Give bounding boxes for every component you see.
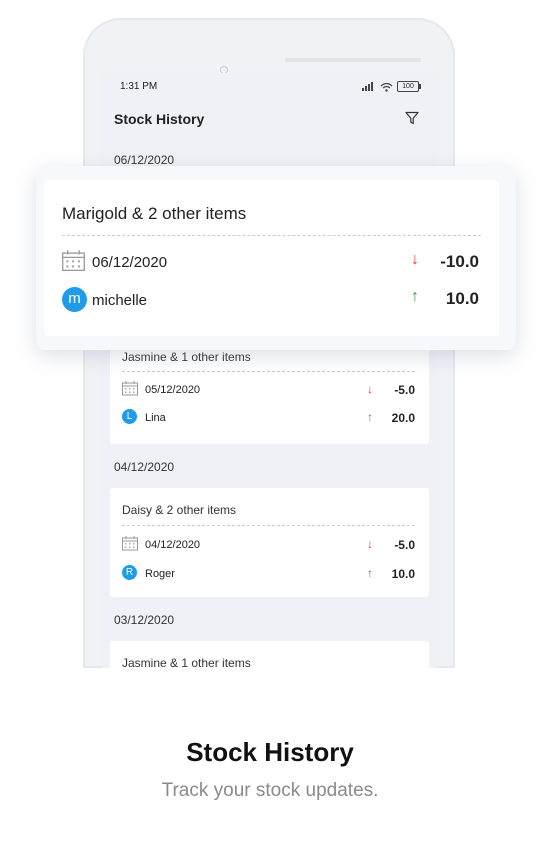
divider <box>122 371 415 372</box>
highlight-card-backdrop: Marigold & 2 other items 06/12/2020 ↓ -1… <box>36 166 516 350</box>
stock-out-value: -5.0 <box>394 538 415 552</box>
divider <box>122 525 415 526</box>
signal-icon <box>362 82 376 91</box>
battery-icon: 100 <box>397 81 421 92</box>
card-date-row: 05/12/2020 ↓ -5.0 <box>122 381 415 399</box>
avatar: R <box>122 565 137 580</box>
stock-in-value: 10.0 <box>445 289 479 308</box>
page-title: Stock History <box>114 111 205 127</box>
card-items-label: Daisy & 2 other items <box>122 503 237 517</box>
card-items-label: Jasmine & 1 other items <box>122 656 251 668</box>
app-screen: 1:31 PM 100 Stock History 06/12/2020 Jas… <box>102 73 437 668</box>
speaker <box>285 58 421 62</box>
card-user-row: R Roger ↑ 10.0 <box>122 565 415 583</box>
history-card[interactable]: Jasmine & 1 other items 05/12/2020 ↓ -5.… <box>110 335 429 444</box>
date-group-header: 06/12/2020 <box>114 153 175 167</box>
highlight-user-row: m michelle ↑ 10.0 <box>62 287 479 313</box>
caption-title: Stock History <box>186 737 354 767</box>
arrow-down-icon: ↓ <box>367 537 373 551</box>
app-bar: Stock History <box>114 111 425 131</box>
stock-out-value: -10.0 <box>440 252 479 271</box>
highlight-user: michelle <box>92 292 148 309</box>
arrow-down-icon: ↓ <box>367 382 373 396</box>
avatar: L <box>122 409 137 424</box>
wifi-icon <box>380 82 393 92</box>
calendar-icon <box>122 536 138 554</box>
avatar: m <box>62 287 87 312</box>
highlight-date: 06/12/2020 <box>92 254 168 271</box>
caption-subtitle: Track your stock updates. <box>161 780 379 801</box>
divider <box>62 235 481 236</box>
card-user: Roger <box>145 568 175 580</box>
stock-in-value: 20.0 <box>391 411 415 425</box>
arrow-up-icon: ↑ <box>367 410 373 424</box>
card-user-row: L Lina ↑ 20.0 <box>122 409 415 427</box>
arrow-down-icon: ↓ <box>411 251 419 268</box>
stock-out-value: -5.0 <box>394 383 415 397</box>
card-user: Lina <box>145 412 166 424</box>
highlight-items-label: Marigold & 2 other items <box>62 204 247 223</box>
date-group-header: 03/12/2020 <box>114 613 175 627</box>
card-date: 04/12/2020 <box>145 539 201 551</box>
arrow-up-icon: ↑ <box>367 566 373 580</box>
card-date-row: 04/12/2020 ↓ -5.0 <box>122 536 415 554</box>
history-card[interactable]: Daisy & 2 other items 04/12/2020 ↓ -5.0 … <box>110 488 429 597</box>
status-icons: 100 <box>362 81 421 92</box>
stock-in-value: 10.0 <box>391 567 415 581</box>
card-date: 05/12/2020 <box>145 384 201 396</box>
highlight-card[interactable]: Marigold & 2 other items 06/12/2020 ↓ -1… <box>44 180 499 336</box>
highlight-date-row: 06/12/2020 ↓ -10.0 <box>62 250 479 276</box>
date-group-header: 04/12/2020 <box>114 460 175 474</box>
status-bar: 1:31 PM 100 <box>120 81 421 95</box>
status-time: 1:31 PM <box>120 81 158 92</box>
card-items-label: Jasmine & 1 other items <box>122 350 251 364</box>
arrow-up-icon: ↑ <box>411 288 419 305</box>
calendar-icon <box>122 381 138 399</box>
calendar-icon <box>62 250 85 276</box>
filter-icon[interactable] <box>405 111 419 130</box>
history-card[interactable]: Jasmine & 1 other items <box>110 641 429 668</box>
